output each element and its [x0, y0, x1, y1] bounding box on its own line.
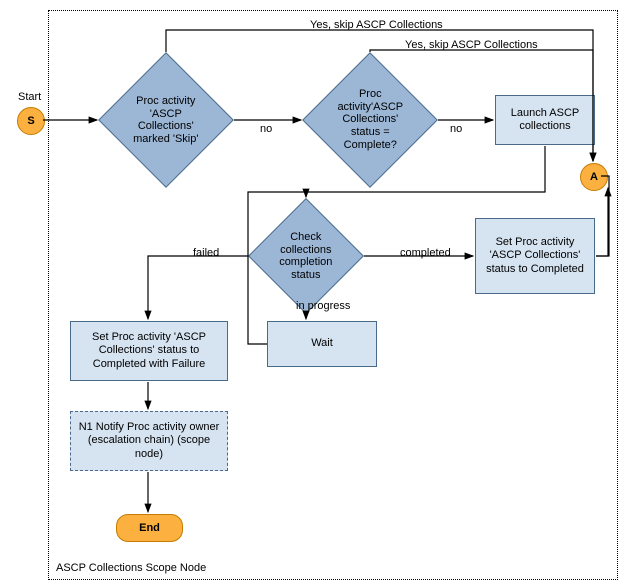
edge-label-completed: completed	[400, 247, 451, 259]
start-caption: Start	[18, 91, 41, 103]
end-label: End	[139, 522, 160, 534]
decision-check-text: Check collections completion status	[270, 231, 342, 282]
process-launch: Launch ASCP collections	[495, 95, 595, 145]
edge-label-no-2: no	[450, 123, 462, 135]
end-node: End	[116, 514, 183, 542]
process-wait: Wait	[267, 321, 377, 367]
process-notify: N1 Notify Proc activity owner (escalatio…	[70, 411, 228, 471]
start-node: S	[17, 107, 45, 135]
edge-label-failed: failed	[193, 247, 219, 259]
process-set-completed-text: Set Proc activity 'ASCP Collections' sta…	[482, 236, 588, 276]
connector-a: A	[580, 163, 608, 191]
edge-label-yes-skip-2: Yes, skip ASCP Collections	[405, 39, 538, 51]
process-wait-text: Wait	[311, 337, 333, 350]
decision-skip-text: Proc activity 'ASCP Collections' marked …	[123, 95, 209, 146]
edge-label-no-1: no	[260, 123, 272, 135]
edge-label-yes-skip-1: Yes, skip ASCP Collections	[310, 19, 443, 31]
process-launch-text: Launch ASCP collections	[502, 107, 588, 133]
edge-label-inprogress: in progress	[296, 300, 350, 312]
process-set-failure: Set Proc activity 'ASCP Collections' sta…	[70, 321, 228, 381]
decision-complete-text: Proc activity'ASCP Collections' status =…	[327, 88, 413, 151]
start-letter: S	[27, 115, 34, 127]
flowchart-stage: ASCP Collections Scope Node Start S A En…	[0, 0, 627, 585]
connector-a-label: A	[590, 171, 598, 183]
process-notify-text: N1 Notify Proc activity owner (escalatio…	[77, 421, 221, 461]
scope-frame-label: ASCP Collections Scope Node	[56, 562, 206, 574]
process-set-completed: Set Proc activity 'ASCP Collections' sta…	[475, 218, 595, 294]
process-set-failure-text: Set Proc activity 'ASCP Collections' sta…	[77, 331, 221, 371]
